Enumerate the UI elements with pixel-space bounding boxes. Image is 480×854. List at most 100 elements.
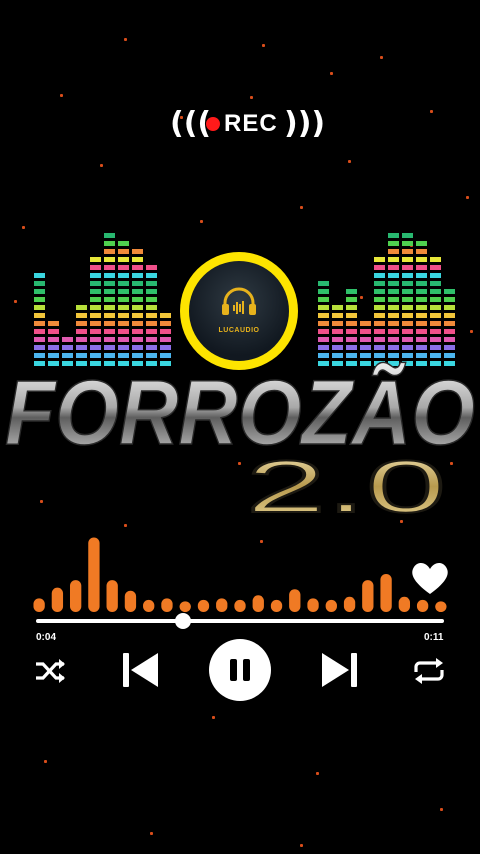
eq-segment — [430, 289, 441, 294]
eq-segment — [374, 345, 385, 350]
eq-segment — [90, 305, 101, 310]
eq-column — [104, 230, 115, 366]
eq-segment — [318, 297, 329, 302]
eq-segment — [132, 289, 143, 294]
eq-segment — [34, 337, 45, 342]
eq-segment — [132, 345, 143, 350]
eq-segment — [402, 233, 413, 238]
eq-segment — [388, 249, 399, 254]
eq-segment — [90, 321, 101, 326]
eq-segment — [430, 321, 441, 326]
eq-segment — [104, 281, 115, 286]
record-dot-icon — [206, 117, 220, 131]
eq-segment — [118, 337, 129, 342]
eq-column — [402, 230, 413, 366]
left-equalizer — [34, 230, 174, 366]
eq-segment — [402, 305, 413, 310]
eq-segment — [34, 281, 45, 286]
eq-segment — [76, 313, 87, 318]
visualizer-bar — [234, 599, 246, 612]
eq-segment — [90, 313, 101, 318]
eq-column — [332, 230, 343, 366]
eq-segment — [430, 265, 441, 270]
eq-segment — [146, 321, 157, 326]
eq-segment — [430, 257, 441, 262]
eq-column — [346, 230, 357, 366]
eq-segment — [360, 337, 371, 342]
eq-segment — [160, 337, 171, 342]
eq-segment — [118, 321, 129, 326]
eq-segment — [346, 289, 357, 294]
eq-segment — [118, 329, 129, 334]
eq-segment — [388, 265, 399, 270]
eq-segment — [132, 313, 143, 318]
eq-segment — [34, 321, 45, 326]
eq-segment — [318, 289, 329, 294]
visualizer-bar — [179, 601, 191, 612]
eq-segment — [48, 345, 59, 350]
eq-segment — [318, 345, 329, 350]
eq-segment — [430, 337, 441, 342]
visualizer-bar — [33, 598, 45, 612]
next-icon[interactable] — [320, 650, 360, 690]
eq-segment — [416, 281, 427, 286]
progress-track[interactable] — [36, 619, 444, 623]
spark — [250, 96, 253, 99]
shuffle-icon[interactable] — [34, 656, 68, 686]
rec-label: REC — [224, 110, 278, 137]
eq-segment — [132, 321, 143, 326]
eq-segment — [416, 337, 427, 342]
headphones-icon — [222, 287, 256, 315]
progress-thumb[interactable] — [174, 613, 191, 629]
eq-segment — [318, 305, 329, 310]
eq-segment — [146, 345, 157, 350]
like-heart-icon[interactable] — [410, 560, 450, 596]
eq-segment — [388, 241, 399, 246]
eq-segment — [402, 281, 413, 286]
eq-segment — [104, 321, 115, 326]
eq-segment — [388, 321, 399, 326]
eq-segment — [146, 273, 157, 278]
eq-segment — [118, 265, 129, 270]
eq-segment — [34, 313, 45, 318]
eq-segment — [318, 321, 329, 326]
pause-button[interactable] — [208, 638, 272, 702]
eq-segment — [444, 337, 455, 342]
logo-text: LUCAUDIO — [218, 327, 260, 334]
eq-segment — [160, 345, 171, 350]
eq-segment — [160, 321, 171, 326]
visualizer-bar — [252, 595, 264, 612]
eq-segment — [104, 257, 115, 262]
eq-segment — [132, 249, 143, 254]
eq-segment — [118, 305, 129, 310]
left-wave-icon: ((( — [170, 106, 212, 141]
eq-segment — [416, 257, 427, 262]
previous-icon[interactable] — [120, 650, 160, 690]
eq-column — [90, 230, 101, 366]
eq-segment — [430, 345, 441, 350]
eq-segment — [104, 297, 115, 302]
eq-segment — [104, 233, 115, 238]
eq-segment — [90, 297, 101, 302]
eq-segment — [416, 249, 427, 254]
eq-segment — [132, 305, 143, 310]
visualizer-bar — [398, 596, 411, 612]
eq-segment — [388, 313, 399, 318]
eq-segment — [90, 345, 101, 350]
spark — [200, 220, 203, 223]
eq-column — [118, 230, 129, 366]
eq-segment — [402, 337, 413, 342]
eq-segment — [416, 321, 427, 326]
eq-segment — [360, 321, 371, 326]
eq-segment — [444, 321, 455, 326]
eq-segment — [132, 337, 143, 342]
eq-segment — [318, 329, 329, 334]
visualizer-bar — [51, 587, 64, 612]
eq-segment — [346, 345, 357, 350]
eq-segment — [388, 257, 399, 262]
eq-segment — [374, 313, 385, 318]
eq-segment — [90, 281, 101, 286]
repeat-icon[interactable] — [412, 656, 446, 686]
visualizer-bar — [197, 599, 210, 612]
right-equalizer — [318, 230, 458, 366]
